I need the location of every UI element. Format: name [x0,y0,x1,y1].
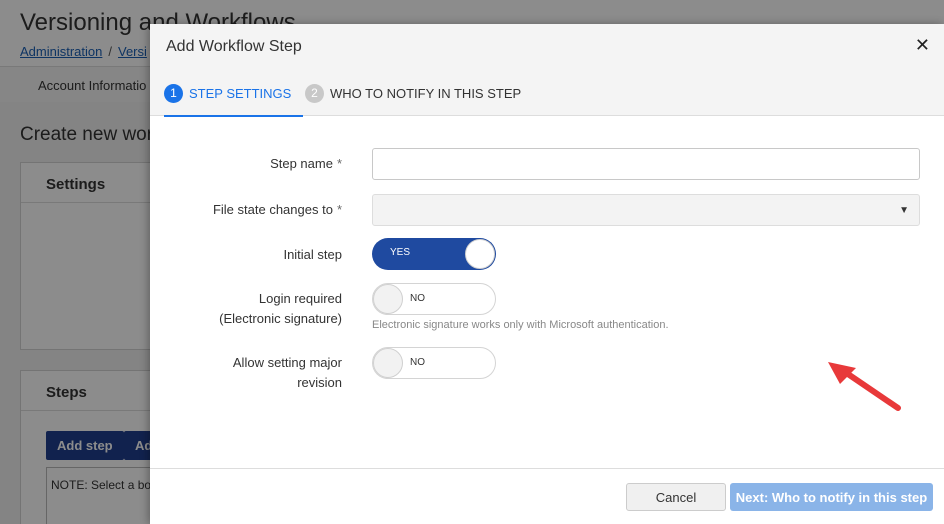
major-revision-toggle[interactable]: NO [372,347,496,379]
toggle-knob [373,284,403,314]
wizard-tabs: 1 STEP SETTINGS 2 WHO TO NOTIFY IN THIS … [150,70,944,117]
modal-title: Add Workflow Step [166,38,302,55]
modal-header: Add Workflow Step ✕ [150,24,944,70]
electronic-signature-help: Electronic signature works only with Mic… [372,319,669,331]
required-mark: * [336,156,342,171]
tab-who-to-notify[interactable]: 2 WHO TO NOTIFY IN THIS STEP [305,70,521,116]
chevron-down-icon: ▼ [899,205,909,216]
step-name-input[interactable] [372,148,920,180]
login-required-toggle[interactable]: NO [372,283,496,315]
step-number-badge: 1 [164,83,183,103]
annotation-arrow-icon [828,362,901,411]
required-mark: * [336,202,342,217]
tab-step-settings-label: STEP SETTINGS [189,85,292,101]
step-name-label: Step name * [270,156,342,171]
toggle-state-text: NO [410,293,425,304]
next-button[interactable]: Next: Who to notify in this step [730,483,933,511]
tab-who-to-notify-label: WHO TO NOTIFY IN THIS STEP [330,85,522,101]
tab-step-settings[interactable]: 1 STEP SETTINGS [164,70,304,117]
toggle-state-text: NO [410,357,425,368]
close-icon[interactable]: ✕ [915,36,930,54]
login-required-label: Login required (Electronic signature) [219,291,342,326]
toggle-state-text: YES [390,247,411,258]
cancel-button[interactable]: Cancel [626,483,726,511]
toggle-knob [373,348,403,378]
toggle-knob [465,239,495,269]
initial-step-toggle[interactable]: YES [372,238,496,270]
file-state-label: File state changes to * [212,202,342,217]
initial-step-label: Initial step [283,247,342,262]
add-workflow-step-dialog: Add Workflow Step ✕ 1 STEP SETTINGS 2 WH… [150,24,944,524]
step-number-badge: 2 [305,83,324,103]
major-revision-label: Allow setting major revision [232,355,342,390]
file-state-select[interactable]: ▼ [372,194,920,226]
modal-footer: Cancel Next: Who to notify in this step [150,468,944,524]
